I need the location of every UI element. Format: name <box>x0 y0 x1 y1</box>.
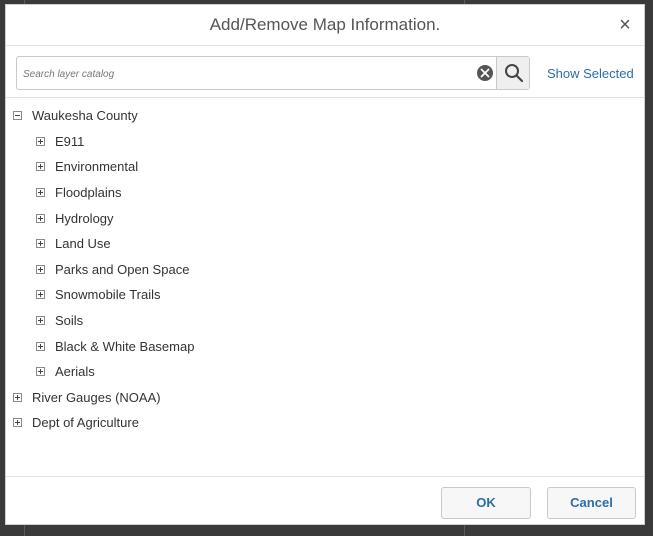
search-button[interactable] <box>496 57 529 89</box>
tree-node-label[interactable]: Snowmobile Trails <box>55 287 161 302</box>
tree-node-child[interactable]: Aerials <box>36 361 95 381</box>
expand-plus-icon[interactable] <box>36 161 45 171</box>
tree-node-child[interactable]: Parks and Open Space <box>36 259 189 279</box>
tree-node-child[interactable]: Snowmobile Trails <box>36 284 161 304</box>
tree-node-label[interactable]: Waukesha County <box>32 108 138 123</box>
tree-node-label[interactable]: Hydrology <box>55 211 114 226</box>
expand-plus-icon[interactable] <box>13 417 22 427</box>
expand-plus-icon[interactable] <box>36 213 45 223</box>
tree-node-child[interactable]: E911 <box>36 131 84 151</box>
search-box <box>16 56 530 90</box>
dialog-footer: OK Cancel <box>6 476 644 524</box>
tree-node-river-gauges[interactable]: River Gauges (NOAA) <box>13 387 161 407</box>
expand-plus-icon[interactable] <box>36 366 45 376</box>
tree-node-dept-of-agriculture[interactable]: Dept of Agriculture <box>13 412 139 432</box>
tree-node-label[interactable]: Black & White Basemap <box>55 339 194 354</box>
expand-plus-icon[interactable] <box>36 289 45 299</box>
tree-node-child[interactable]: Floodplains <box>36 182 122 202</box>
magnifier-icon <box>505 64 524 83</box>
expand-plus-icon[interactable] <box>36 187 45 197</box>
dialog-header: Add/Remove Map Information. × <box>6 5 644 46</box>
tree-node-label[interactable]: Environmental <box>55 159 138 174</box>
expand-plus-icon[interactable] <box>36 136 45 146</box>
expand-plus-icon[interactable] <box>36 315 45 325</box>
tree-node-child[interactable]: Soils <box>36 310 83 330</box>
expand-plus-icon[interactable] <box>36 264 45 274</box>
expand-plus-icon[interactable] <box>36 341 45 351</box>
search-input[interactable] <box>21 62 465 86</box>
clear-circle-icon[interactable] <box>476 64 494 82</box>
dialog-title: Add/Remove Map Information. <box>209 15 441 34</box>
close-icon[interactable]: × <box>614 14 636 36</box>
expand-plus-icon[interactable] <box>36 238 45 248</box>
tree-node-label[interactable]: River Gauges (NOAA) <box>32 390 161 405</box>
cancel-button[interactable]: Cancel <box>547 487 636 519</box>
tree-node-label[interactable]: Parks and Open Space <box>55 262 189 277</box>
show-selected-link[interactable]: Show Selected <box>547 66 634 81</box>
tree-node-label[interactable]: Land Use <box>55 236 111 251</box>
tree-node-label[interactable]: E911 <box>55 134 84 149</box>
tree-node-child[interactable]: Land Use <box>36 233 111 253</box>
expand-plus-icon[interactable] <box>13 392 22 402</box>
tree-node-label[interactable]: Dept of Agriculture <box>32 415 139 430</box>
tree-node-label[interactable]: Floodplains <box>55 185 122 200</box>
ok-button[interactable]: OK <box>441 487 531 519</box>
search-row: Show Selected <box>6 46 644 98</box>
tree-node-label[interactable]: Soils <box>55 313 83 328</box>
tree-node-waukesha-county[interactable]: Waukesha County <box>13 105 138 125</box>
tree-node-child[interactable]: Hydrology <box>36 208 114 228</box>
tree-node-child[interactable]: Black & White Basemap <box>36 336 194 356</box>
collapse-minus-icon[interactable] <box>13 110 22 120</box>
tree-node-child[interactable]: Environmental <box>36 156 138 176</box>
add-remove-map-dialog: Add/Remove Map Information. × Show Selec… <box>5 4 645 525</box>
tree-node-label[interactable]: Aerials <box>55 364 95 379</box>
